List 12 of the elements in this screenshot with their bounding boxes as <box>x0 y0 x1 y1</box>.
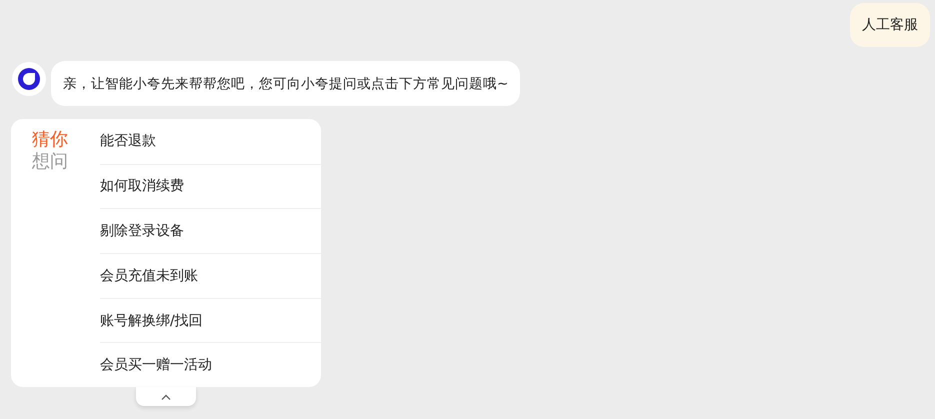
faq-subtitle: 想问 <box>32 151 69 173</box>
faq-question[interactable]: 会员充值未到账 <box>100 253 321 298</box>
faq-title: 猜你 <box>32 129 69 151</box>
user-message: 人工客服 <box>850 3 930 47</box>
assistant-message: 亲，让智能小夸先来帮帮您吧，您可向小夸提问或点击下方常见问题哦~ <box>51 61 520 106</box>
faq-question[interactable]: 能否退款 <box>100 119 321 164</box>
faq-question[interactable]: 如何取消续费 <box>100 164 321 208</box>
faq-question[interactable]: 剔除登录设备 <box>100 208 321 253</box>
assistant-avatar-icon <box>12 62 46 96</box>
collapse-button[interactable] <box>136 387 196 406</box>
chevron-up-icon <box>161 394 171 400</box>
faq-question[interactable]: 账号解换绑/找回 <box>100 298 321 342</box>
